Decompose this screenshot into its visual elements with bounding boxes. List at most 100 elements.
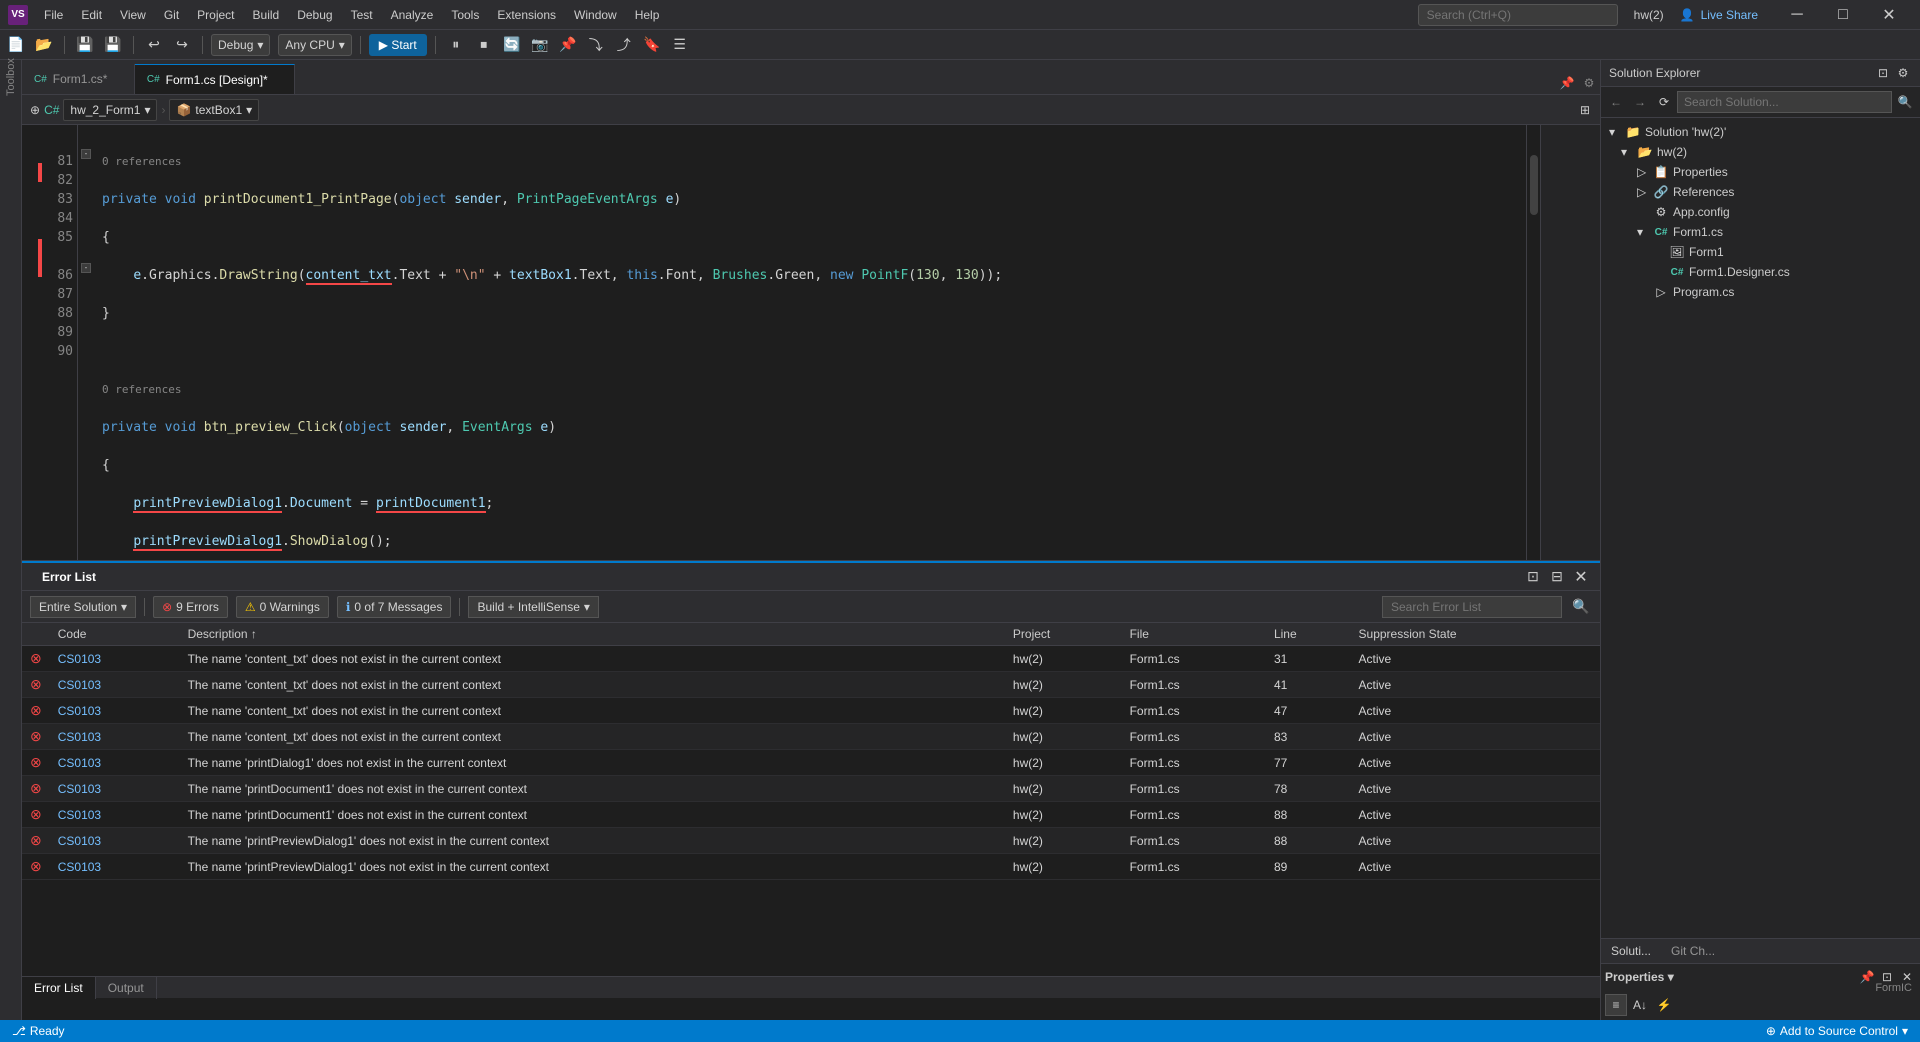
error-row-6[interactable]: ⊗ CS0103 The name 'printDocument1' does …: [22, 802, 1600, 828]
member-dropdown[interactable]: 📦 textBox1 ▾: [169, 99, 259, 121]
tab-settings-button[interactable]: ⚙: [1578, 72, 1600, 94]
col-project[interactable]: Project: [1005, 623, 1122, 646]
error-row-7[interactable]: ⊗ CS0103 The name 'printPreviewDialog1' …: [22, 828, 1600, 854]
menu-file[interactable]: File: [36, 6, 71, 24]
save-button[interactable]: 💾: [73, 33, 97, 57]
code-content[interactable]: 0 references private void printDocument1…: [94, 125, 1526, 560]
tree-program[interactable]: ▷ Program.cs: [1601, 282, 1920, 302]
tree-appconfig[interactable]: ⚙ App.config: [1601, 202, 1920, 222]
se-forward-btn[interactable]: →: [1629, 91, 1651, 113]
col-line[interactable]: Line: [1266, 623, 1351, 646]
menu-analyze[interactable]: Analyze: [383, 6, 442, 24]
redo-button[interactable]: ↪: [170, 33, 194, 57]
git-status[interactable]: ⎇ Ready: [8, 1024, 69, 1038]
close-button[interactable]: ✕: [1866, 0, 1912, 30]
error-row-code-3[interactable]: CS0103: [50, 724, 180, 750]
se-tab-gitchanges[interactable]: Git Ch...: [1661, 939, 1725, 964]
error-row-4[interactable]: ⊗ CS0103 The name 'printDialog1' does no…: [22, 750, 1600, 776]
search-input[interactable]: [1418, 4, 1618, 26]
error-row-code-5[interactable]: CS0103: [50, 776, 180, 802]
menu-edit[interactable]: Edit: [73, 6, 110, 24]
error-row-5[interactable]: ⊗ CS0103 The name 'printDocument1' does …: [22, 776, 1600, 802]
error-row-code-4[interactable]: CS0103: [50, 750, 180, 776]
menu-debug[interactable]: Debug: [289, 6, 340, 24]
panel-close-button[interactable]: ✕: [1570, 566, 1592, 588]
add-source-control[interactable]: ⊕ Add to Source Control ▾: [1762, 1024, 1912, 1038]
tree-properties[interactable]: ▷ 📋 Properties: [1601, 162, 1920, 182]
debug-config-dropdown[interactable]: Debug ▾: [211, 34, 270, 56]
build-filter-dropdown[interactable]: Build + IntelliSense ▾: [468, 596, 598, 618]
panel-settings-button[interactable]: ⊟: [1546, 566, 1568, 588]
maximize-button[interactable]: □: [1820, 0, 1866, 30]
toolbox-label[interactable]: Toolbox: [2, 68, 20, 86]
error-row-code-8[interactable]: CS0103: [50, 854, 180, 880]
toolbar-btn-8[interactable]: 🔖: [640, 33, 664, 57]
error-row-8[interactable]: ⊗ CS0103 The name 'printPreviewDialog1' …: [22, 854, 1600, 880]
error-search-input[interactable]: [1382, 596, 1562, 618]
col-suppression[interactable]: Suppression State: [1351, 623, 1600, 646]
class-dropdown[interactable]: hw_2_Form1 ▾: [63, 99, 157, 121]
col-code[interactable]: Code: [50, 623, 180, 646]
tree-form1-class[interactable]: 🖼 Form1: [1601, 242, 1920, 262]
menu-test[interactable]: Test: [343, 6, 381, 24]
platform-dropdown[interactable]: Any CPU ▾: [278, 34, 351, 56]
menu-help[interactable]: Help: [627, 6, 668, 24]
menu-window[interactable]: Window: [566, 6, 625, 24]
tree-solution[interactable]: ▾ 📁 Solution 'hw(2)': [1601, 122, 1920, 142]
error-row-code-6[interactable]: CS0103: [50, 802, 180, 828]
collapse-86[interactable]: -: [78, 258, 94, 277]
error-row-code-7[interactable]: CS0103: [50, 828, 180, 854]
se-settings-button[interactable]: ⚙: [1894, 64, 1912, 82]
error-row-1[interactable]: ⊗ CS0103 The name 'content_txt' does not…: [22, 672, 1600, 698]
error-row-code-2[interactable]: CS0103: [50, 698, 180, 724]
error-row-code-1[interactable]: CS0103: [50, 672, 180, 698]
vertical-scrollbar[interactable]: [1526, 125, 1540, 560]
collapse-81[interactable]: -: [78, 144, 94, 163]
error-row-2[interactable]: ⊗ CS0103 The name 'content_txt' does not…: [22, 698, 1600, 724]
error-row-0[interactable]: ⊗ CS0103 The name 'content_txt' does not…: [22, 646, 1600, 672]
col-description[interactable]: Description ↑: [180, 623, 1005, 646]
toolbar-btn-9[interactable]: ☰: [668, 33, 692, 57]
tab-form1-cs[interactable]: C# Form1.cs* ✕: [22, 64, 135, 94]
properties-pin-button[interactable]: 📌: [1858, 968, 1876, 986]
collapse-btn-86[interactable]: -: [81, 263, 91, 273]
undo-button[interactable]: ↩: [142, 33, 166, 57]
error-search-button[interactable]: 🔍: [1570, 596, 1592, 618]
toolbar-btn-2[interactable]: ⏹: [472, 33, 496, 57]
scrollbar-thumb[interactable]: [1530, 155, 1538, 215]
new-file-button[interactable]: 📄: [4, 33, 28, 57]
se-search-btn[interactable]: 🔍: [1894, 91, 1916, 113]
panel-move-button[interactable]: ⊡: [1522, 566, 1544, 588]
error-row-code-0[interactable]: CS0103: [50, 646, 180, 672]
props-events-btn[interactable]: ⚡: [1653, 994, 1675, 1016]
toolbar-btn-1[interactable]: ⏸: [444, 33, 468, 57]
menu-project[interactable]: Project: [189, 6, 242, 24]
menu-git[interactable]: Git: [156, 6, 187, 24]
message-filter-button[interactable]: ℹ 0 of 7 Messages: [337, 596, 452, 618]
menu-build[interactable]: Build: [245, 6, 288, 24]
menu-tools[interactable]: Tools: [443, 6, 487, 24]
menu-extensions[interactable]: Extensions: [489, 6, 564, 24]
tree-hw2[interactable]: ▾ 📂 hw(2): [1601, 142, 1920, 162]
col-file[interactable]: File: [1122, 623, 1266, 646]
toolbar-btn-5[interactable]: 📌: [556, 33, 580, 57]
col-icon[interactable]: [22, 623, 50, 646]
tree-form1-designer[interactable]: C# Form1.Designer.cs: [1601, 262, 1920, 282]
se-sync-btn[interactable]: ⟳: [1653, 91, 1675, 113]
split-editor-button[interactable]: ⊞: [1574, 99, 1596, 121]
error-list-tab[interactable]: Error List: [22, 977, 96, 999]
scope-dropdown[interactable]: Entire Solution ▾: [30, 596, 136, 618]
toolbar-btn-3[interactable]: 🔄: [500, 33, 524, 57]
props-categorized-btn[interactable]: ≡: [1605, 994, 1627, 1016]
open-button[interactable]: 📂: [32, 33, 56, 57]
props-alphabetical-btn[interactable]: A↓: [1629, 994, 1651, 1016]
se-filter-button[interactable]: ⊡: [1874, 64, 1892, 82]
error-table-container[interactable]: Code Description ↑ Project File Line Sup…: [22, 623, 1600, 976]
collapse-btn-81[interactable]: -: [81, 149, 91, 159]
error-row-3[interactable]: ⊗ CS0103 The name 'content_txt' does not…: [22, 724, 1600, 750]
se-search-input[interactable]: [1677, 91, 1892, 113]
warning-filter-button[interactable]: ⚠ 0 Warnings: [236, 596, 329, 618]
code-editor[interactable]: 81 82 83 84 85 86 87 88 89 90: [22, 125, 1600, 561]
start-button[interactable]: ▶ Start: [369, 34, 427, 56]
toolbar-btn-6[interactable]: ⤵: [584, 33, 608, 57]
